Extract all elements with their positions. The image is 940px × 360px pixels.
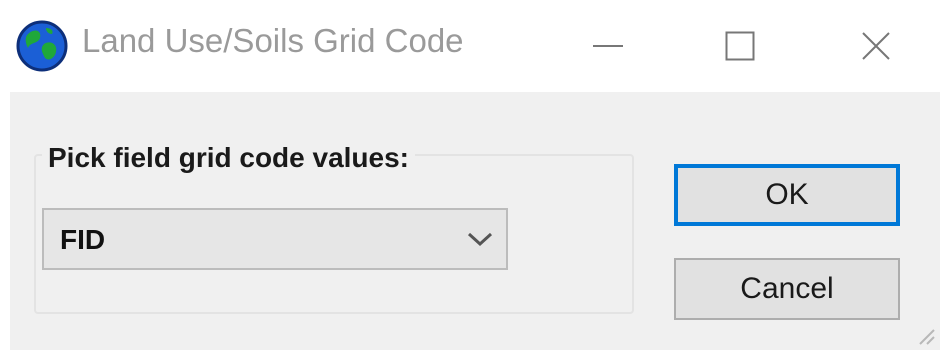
- group-label: Pick field grid code values:: [42, 142, 416, 174]
- maximize-icon: [725, 31, 755, 61]
- cancel-button[interactable]: Cancel: [674, 258, 900, 320]
- window-title: Land Use/Soils Grid Code: [82, 22, 464, 59]
- window-bottom-edge: [0, 350, 940, 360]
- close-icon: [862, 32, 890, 60]
- field-select-dropdown[interactable]: FID: [42, 208, 508, 270]
- maximize-button[interactable]: [680, 0, 800, 92]
- chevron-down-icon: [467, 232, 493, 247]
- dialog-body: Pick field grid code values: FID OK Canc…: [10, 92, 940, 350]
- minimize-button[interactable]: [548, 0, 668, 92]
- ok-button[interactable]: OK: [674, 164, 900, 226]
- close-button[interactable]: [816, 0, 936, 92]
- globe-icon: [16, 20, 68, 72]
- minimize-icon: [593, 45, 623, 47]
- resize-grip-icon[interactable]: [912, 322, 936, 346]
- selected-field-value: FID: [60, 224, 106, 255]
- title-bar[interactable]: Land Use/Soils Grid Code: [0, 0, 940, 92]
